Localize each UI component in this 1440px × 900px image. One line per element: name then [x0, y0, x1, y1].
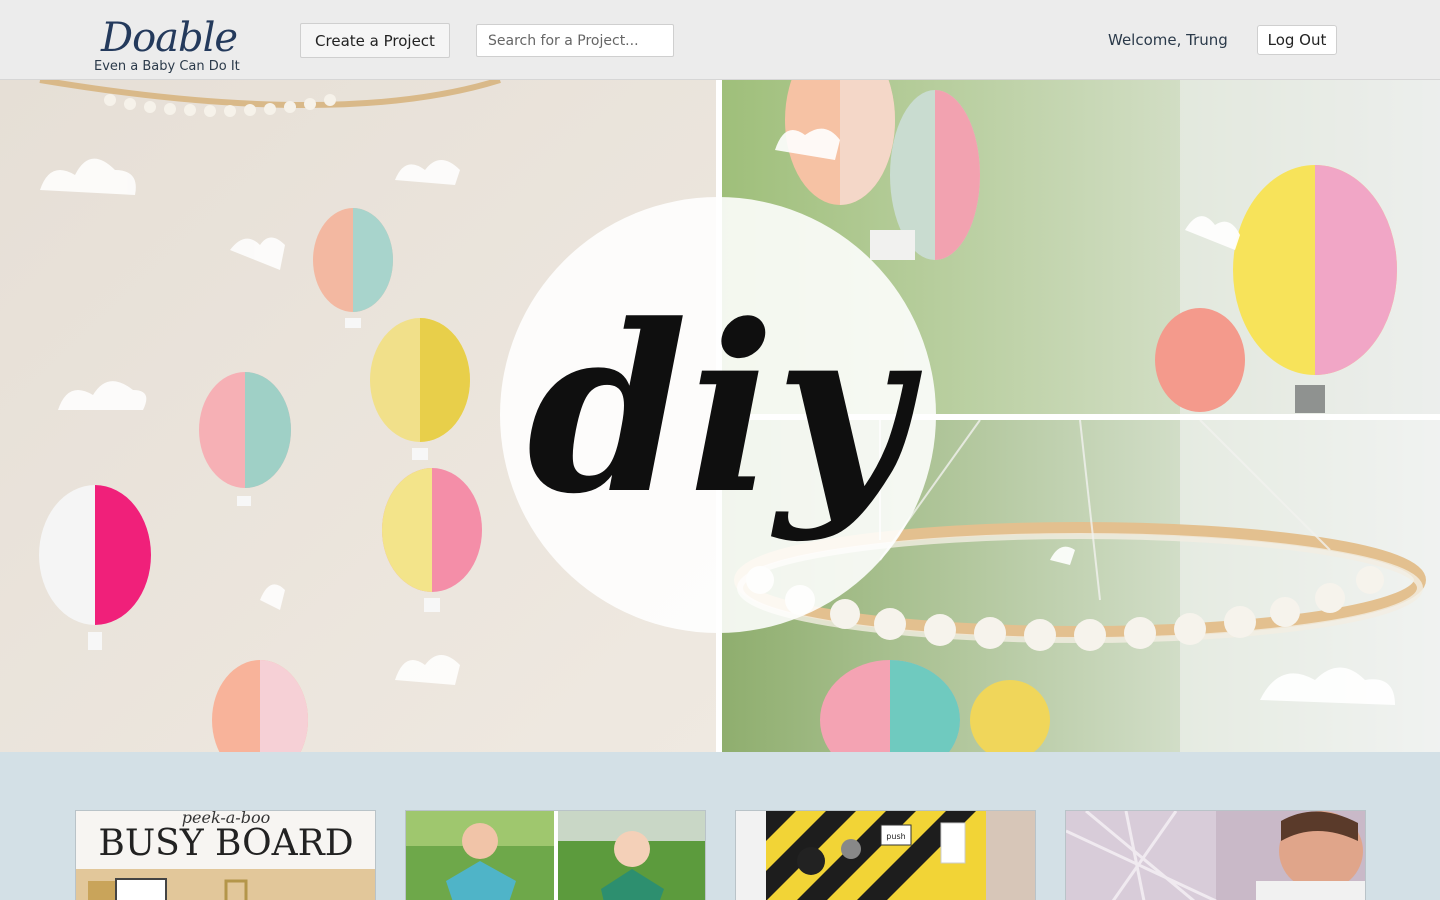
- project-card[interactable]: [405, 810, 706, 900]
- card-label: push: [886, 832, 905, 841]
- project-card-image[interactable]: [1066, 811, 1366, 900]
- hero-banner: diy: [0, 80, 1440, 752]
- logo-tagline: Even a Baby Can Do It: [94, 59, 240, 74]
- project-card[interactable]: push: [735, 810, 1036, 900]
- logout-button[interactable]: Log Out: [1257, 25, 1337, 55]
- welcome-text: Welcome, Trung: [1108, 31, 1228, 49]
- hero-collage-image: diy: [0, 80, 1440, 752]
- project-card-image[interactable]: push: [736, 811, 1036, 900]
- logo-title[interactable]: Doable: [101, 12, 238, 64]
- project-card[interactable]: [1065, 810, 1366, 900]
- site-logo[interactable]: Doable Even a Baby Can Do It: [94, 12, 264, 76]
- project-grid: peek-a-boo BUSY BOARD push: [0, 752, 1440, 900]
- project-card-image[interactable]: peek-a-boo BUSY BOARD: [76, 811, 376, 900]
- project-card[interactable]: peek-a-boo BUSY BOARD: [75, 810, 376, 900]
- hero-overlay-text: diy: [527, 275, 922, 545]
- search-input[interactable]: [476, 24, 674, 57]
- project-card-image[interactable]: [406, 811, 706, 900]
- top-navbar: Doable Even a Baby Can Do It Create a Pr…: [0, 0, 1440, 80]
- card-heading: BUSY BOARD: [98, 823, 353, 864]
- create-project-button[interactable]: Create a Project: [300, 23, 450, 58]
